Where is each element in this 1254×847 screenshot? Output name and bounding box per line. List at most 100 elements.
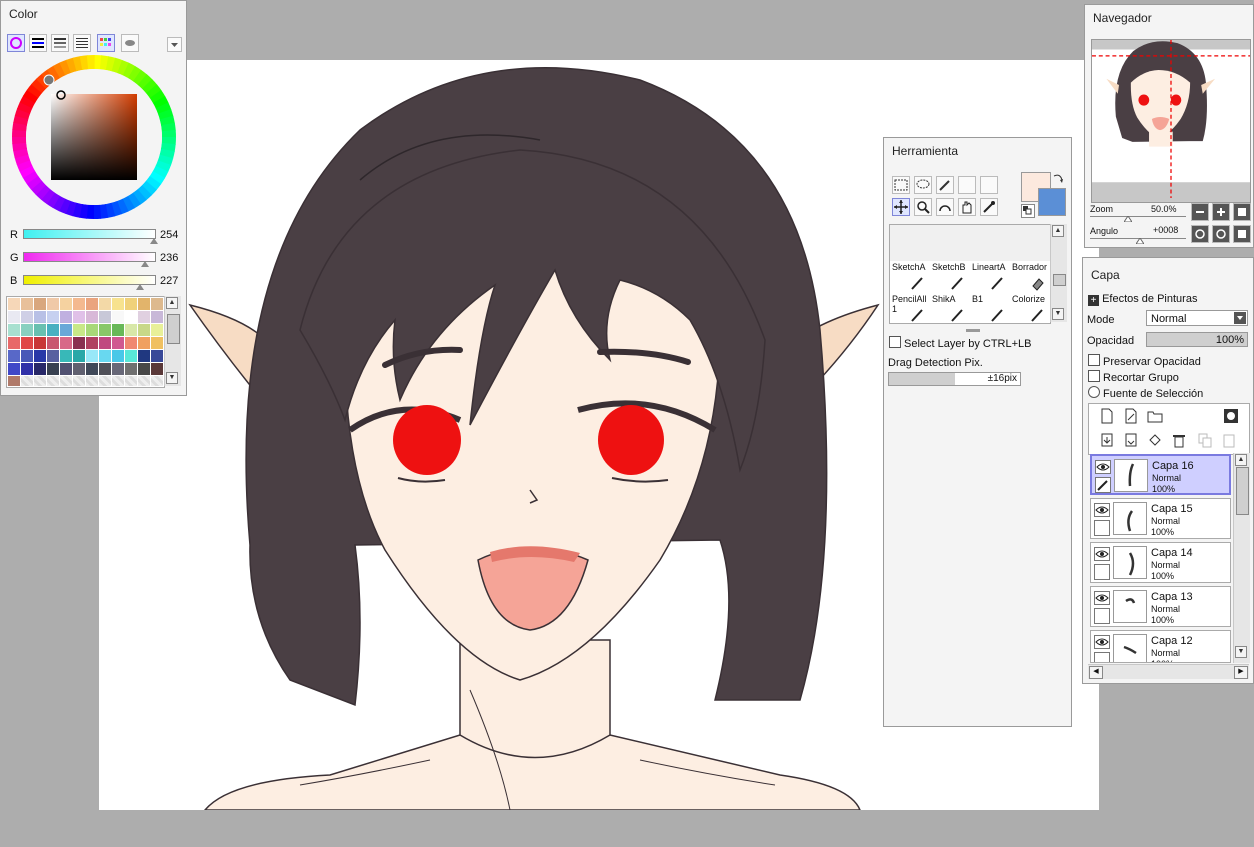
layer-item[interactable]: Capa 14 Normal 100%	[1090, 542, 1231, 583]
color-swatch[interactable]	[21, 350, 33, 362]
color-swatch[interactable]	[60, 298, 72, 310]
transfer-down-icon[interactable]	[1099, 432, 1115, 448]
eye-icon[interactable]	[1094, 635, 1110, 649]
color-swatch[interactable]	[73, 337, 85, 349]
color-swatch[interactable]	[47, 363, 59, 375]
rect-select-tool[interactable]	[892, 176, 910, 194]
brush-colorize[interactable]: Colorize	[1010, 293, 1050, 325]
empty-swatch-slot[interactable]	[151, 376, 163, 386]
scroll-left-button[interactable]: ◀	[1089, 666, 1103, 679]
color-swatch[interactable]	[138, 363, 150, 375]
color-swatch[interactable]	[138, 337, 150, 349]
empty-swatch-slot[interactable]	[73, 376, 85, 386]
color-swatch[interactable]	[60, 324, 72, 336]
dropdown-button[interactable]	[1234, 312, 1246, 324]
eye-icon[interactable]	[1094, 591, 1110, 605]
color-swatch[interactable]	[34, 298, 46, 310]
layer-link-toggle[interactable]	[1094, 564, 1110, 580]
scroll-down-button[interactable]: ▼	[1235, 646, 1247, 658]
slider-handle-icon[interactable]	[136, 284, 144, 290]
rotate-left-button[interactable]	[1191, 225, 1209, 243]
brush-shika[interactable]: ShikA	[930, 293, 970, 325]
reset-colors-button[interactable]	[1021, 204, 1035, 218]
brush-sketchb[interactable]: SketchB	[930, 261, 970, 293]
color-swatch[interactable]	[112, 298, 124, 310]
empty-swatch-slot[interactable]	[34, 376, 46, 386]
color-swatch[interactable]	[151, 350, 163, 362]
layer-horizontal-scrollbar[interactable]: ◀ ▶	[1088, 664, 1249, 679]
color-swatch[interactable]	[34, 350, 46, 362]
scroll-up-button[interactable]: ▲	[1235, 454, 1247, 466]
select-layer-option[interactable]: Select Layer by CTRL+LB	[889, 336, 1031, 350]
layer-link-toggle[interactable]	[1094, 520, 1110, 536]
empty-swatch-slot[interactable]	[125, 376, 137, 386]
slider-handle-icon[interactable]	[150, 238, 158, 244]
color-swatch[interactable]	[86, 324, 98, 336]
color-swatch[interactable]	[21, 324, 33, 336]
color-swatch[interactable]	[99, 311, 111, 323]
zoom-tool[interactable]	[914, 198, 932, 216]
channel-slider-b[interactable]	[23, 275, 156, 290]
color-swatch[interactable]	[21, 311, 33, 323]
clip-group-checkbox[interactable]	[1088, 370, 1100, 382]
color-swatch[interactable]	[99, 363, 111, 375]
slider-handle-icon[interactable]	[141, 261, 149, 267]
color-swatch[interactable]	[151, 363, 163, 375]
color-swatch[interactable]	[125, 363, 137, 375]
hsv-slider-mode-button[interactable]	[51, 34, 69, 52]
empty-swatch-slot[interactable]	[112, 376, 124, 386]
empty-swatch-slot[interactable]	[60, 376, 72, 386]
color-swatch[interactable]	[73, 324, 85, 336]
empty-tool-slot-1[interactable]	[958, 176, 976, 194]
layer-item[interactable]: Capa 13 Normal 100%	[1090, 586, 1231, 627]
eyedropper-tool[interactable]	[980, 198, 998, 216]
rgb-slider-mode-button[interactable]	[29, 34, 47, 52]
color-swatch[interactable]	[99, 337, 111, 349]
paint-effects-header[interactable]: + Efectos de Pinturas	[1088, 293, 1197, 306]
scroll-thumb[interactable]	[1236, 467, 1249, 515]
color-swatch[interactable]	[8, 324, 20, 336]
color-swatch[interactable]	[21, 363, 33, 375]
hue-ring[interactable]	[11, 54, 177, 220]
color-swatch[interactable]	[99, 350, 111, 362]
channel-slider-g[interactable]	[23, 252, 156, 267]
swatch-grid-mode-button[interactable]	[97, 34, 115, 52]
scroll-up-button[interactable]: ▲	[1052, 225, 1064, 237]
preserve-opacity-option[interactable]: Preservar Opacidad	[1088, 354, 1201, 368]
color-swatch[interactable]	[73, 311, 85, 323]
color-swatch[interactable]	[112, 363, 124, 375]
rotate-right-button[interactable]	[1212, 225, 1230, 243]
color-swatch[interactable]	[47, 298, 59, 310]
new-folder-icon[interactable]	[1147, 408, 1163, 424]
scroll-down-button[interactable]: ▼	[166, 372, 178, 384]
panel-splitter[interactable]	[966, 329, 980, 332]
color-swatch[interactable]	[34, 363, 46, 375]
lasso-tool[interactable]	[914, 176, 932, 194]
zoom-slider[interactable]	[1090, 216, 1186, 222]
scratchpad-mode-button[interactable]	[121, 34, 139, 52]
layer-link-toggle[interactable]	[1094, 608, 1110, 624]
color-swatch[interactable]	[86, 337, 98, 349]
brush-pencilall[interactable]: PencilAll 1	[890, 293, 930, 325]
color-list-mode-button[interactable]	[73, 34, 91, 52]
swatch-scrollbar[interactable]: ▲ ▼	[164, 296, 181, 386]
color-swatch[interactable]	[112, 337, 124, 349]
color-swatch[interactable]	[99, 298, 111, 310]
color-swatch[interactable]	[112, 311, 124, 323]
color-swatch[interactable]	[60, 350, 72, 362]
clear-layer-icon[interactable]	[1147, 432, 1163, 448]
swatch-grid[interactable]	[6, 296, 165, 388]
color-swatch[interactable]	[34, 324, 46, 336]
angle-slider[interactable]	[1090, 238, 1186, 244]
scroll-thumb[interactable]	[1053, 274, 1066, 286]
rotate-tool[interactable]	[936, 198, 954, 216]
brush-borrador[interactable]: Borrador	[1010, 261, 1050, 293]
color-swatch[interactable]	[151, 311, 163, 323]
merge-down-icon[interactable]	[1123, 432, 1139, 448]
color-swatch[interactable]	[125, 298, 137, 310]
color-swatch[interactable]	[125, 324, 137, 336]
color-swatch[interactable]	[112, 324, 124, 336]
color-swatch[interactable]	[73, 298, 85, 310]
color-swatch[interactable]	[73, 350, 85, 362]
color-swatch[interactable]	[73, 363, 85, 375]
